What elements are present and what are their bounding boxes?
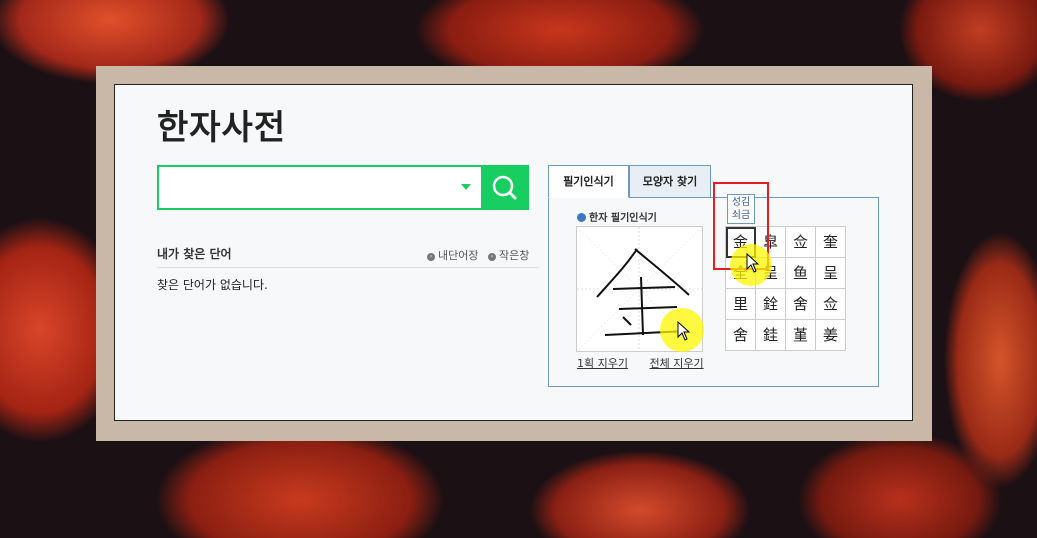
small-window-link[interactable]: › 작은창 xyxy=(487,247,529,263)
cursor-icon xyxy=(746,253,760,273)
candidate-cell[interactable]: 佥 xyxy=(786,227,816,258)
arrow-right-icon: › xyxy=(427,253,435,261)
candidate-cell[interactable]: 鱼 xyxy=(786,258,816,289)
candidate-cell[interactable]: 奎 xyxy=(816,227,846,258)
search-icon xyxy=(492,175,517,200)
tab-shape-search[interactable]: 모양자 찾기 xyxy=(629,165,711,198)
cursor-icon xyxy=(677,321,691,341)
tab-handwriting[interactable]: 필기인식기 xyxy=(548,165,629,198)
handwriting-section-label: 한자 필기인식기 xyxy=(577,209,657,224)
page-title: 한자사전 xyxy=(157,108,287,148)
candidate-cell[interactable]: 堇 xyxy=(786,320,816,351)
divider xyxy=(157,267,539,268)
clear-one-stroke-link[interactable]: 1획 지우기 xyxy=(577,357,628,370)
my-searches-links: › 내단어장 › 작은창 xyxy=(427,247,535,263)
clear-links: 1획 지우기 전체 지우기 xyxy=(577,355,722,371)
arrow-right-icon: › xyxy=(487,253,496,261)
search-button[interactable] xyxy=(481,167,527,208)
search-input[interactable] xyxy=(163,171,457,205)
candidate-cell[interactable]: 里 xyxy=(726,289,756,320)
candidate-cell[interactable]: 銓 xyxy=(756,289,786,320)
clear-all-link[interactable]: 전체 지우기 xyxy=(649,357,703,370)
chevron-down-icon[interactable] xyxy=(461,184,471,190)
bullet-icon xyxy=(577,213,586,222)
candidate-cell[interactable]: 舍 xyxy=(786,289,816,320)
candidate-cell[interactable]: 舍 xyxy=(726,320,756,351)
search-box xyxy=(157,165,529,210)
candidate-cell[interactable]: 呈 xyxy=(816,258,846,289)
candidate-cell[interactable]: 銈 xyxy=(756,320,786,351)
my-searches-label: 내가 찾은 단어 xyxy=(157,247,232,261)
empty-message: 찾은 단어가 없습니다. xyxy=(157,278,268,292)
my-wordbook-link[interactable]: › 내단어장 xyxy=(427,247,478,263)
candidate-cell[interactable]: 姜 xyxy=(816,320,846,351)
candidate-cell[interactable]: 佥 xyxy=(816,289,846,320)
